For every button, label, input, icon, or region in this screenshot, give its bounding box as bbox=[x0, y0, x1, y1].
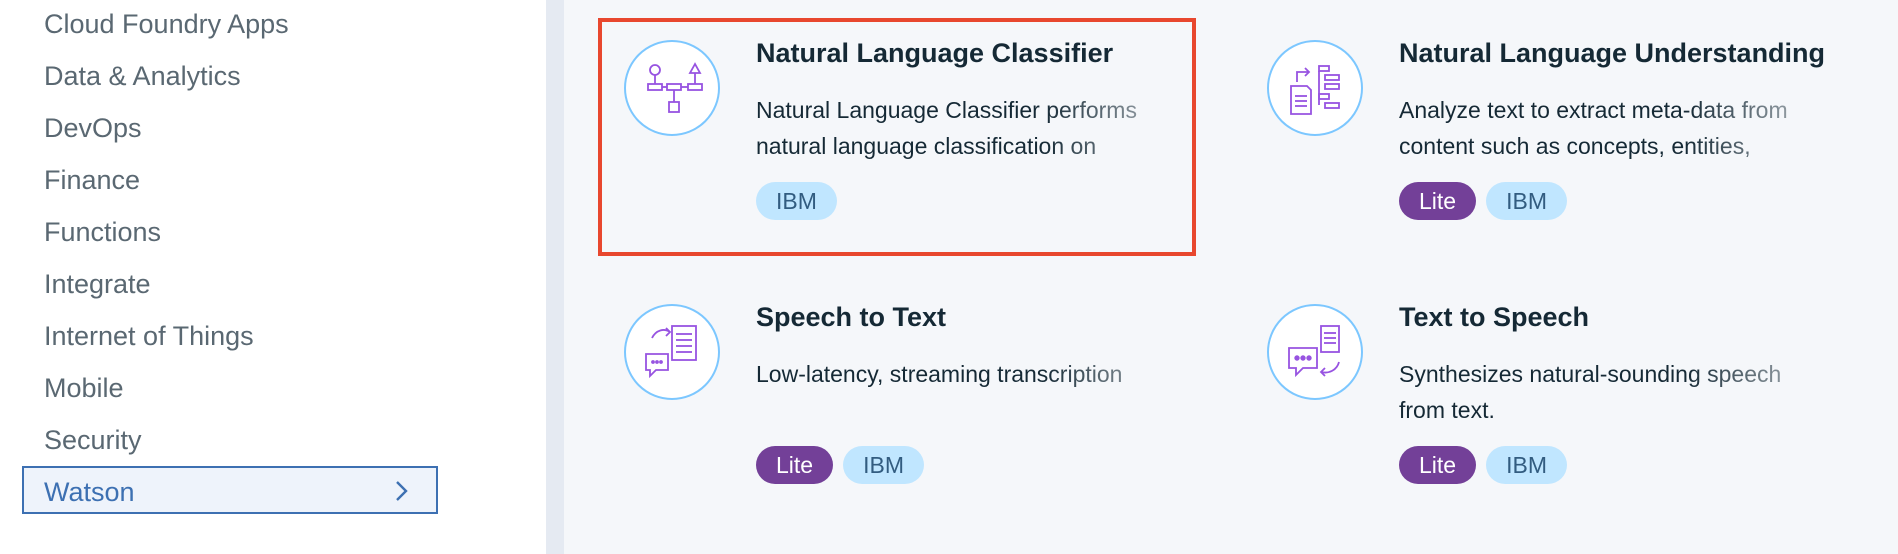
sidebar-item-devops[interactable]: DevOps bbox=[44, 106, 142, 150]
sidebar-item-finance[interactable]: Finance bbox=[44, 158, 140, 202]
service-title: Speech to Text bbox=[756, 302, 947, 332]
service-card-natural-language-understanding[interactable]: Natural Language Understanding Analyze t… bbox=[1207, 18, 1825, 258]
service-title: Natural Language Classifier bbox=[756, 38, 1114, 68]
ibm-tag: IBM bbox=[756, 182, 837, 220]
service-tags: Lite IBM bbox=[1399, 446, 1567, 484]
service-description: Analyze text to extract meta-data from c… bbox=[1399, 97, 1788, 159]
sidebar-item-watson[interactable]: Watson bbox=[22, 466, 438, 514]
service-title: Natural Language Understanding bbox=[1399, 38, 1826, 68]
sidebar-item-cloud-foundry-apps[interactable]: Cloud Foundry Apps bbox=[44, 2, 289, 46]
service-card-natural-language-classifier[interactable]: Natural Language Classifier Natural Lang… bbox=[564, 18, 1164, 258]
service-description: Natural Language Classifier performs nat… bbox=[756, 97, 1137, 159]
sidebar-item-integrate[interactable]: Integrate bbox=[44, 262, 151, 306]
service-description: Low-latency, streaming transcription bbox=[756, 361, 1123, 387]
service-card-speech-to-text[interactable]: Speech to Text Low-latency, streaming tr… bbox=[564, 282, 1164, 522]
speech-to-text-icon bbox=[624, 304, 720, 400]
sidebar-divider bbox=[546, 0, 564, 554]
chevron-right-icon bbox=[396, 481, 408, 501]
lite-tag: Lite bbox=[1399, 182, 1477, 220]
service-catalog-grid: Natural Language Classifier Natural Lang… bbox=[564, 0, 1898, 554]
text-to-speech-icon bbox=[1267, 304, 1363, 400]
service-tags: Lite IBM bbox=[756, 446, 924, 484]
lite-tag: Lite bbox=[1399, 446, 1477, 484]
sidebar-item-functions[interactable]: Functions bbox=[44, 210, 161, 254]
service-tags: IBM bbox=[756, 182, 837, 220]
sidebar-item-internet-of-things[interactable]: Internet of Things bbox=[44, 314, 254, 358]
lite-tag: Lite bbox=[756, 446, 834, 484]
flowchart-icon bbox=[624, 40, 720, 136]
document-extract-icon bbox=[1267, 40, 1363, 136]
service-card-text-to-speech[interactable]: Text to Speech Synthesizes natural-sound… bbox=[1207, 282, 1807, 522]
sidebar-item-security[interactable]: Security bbox=[44, 418, 142, 462]
sidebar-item-mobile[interactable]: Mobile bbox=[44, 366, 124, 410]
sidebar-item-data-analytics[interactable]: Data & Analytics bbox=[44, 54, 241, 98]
service-title: Text to Speech bbox=[1399, 302, 1590, 332]
catalog-page: Cloud Foundry Apps Data & Analytics DevO… bbox=[0, 0, 1898, 554]
sidebar-item-label: Watson bbox=[44, 477, 135, 507]
ibm-tag: IBM bbox=[1486, 446, 1567, 484]
ibm-tag: IBM bbox=[843, 446, 924, 484]
service-tags: Lite IBM bbox=[1399, 182, 1567, 220]
ibm-tag: IBM bbox=[1486, 182, 1567, 220]
service-description: Synthesizes natural-sounding speech from… bbox=[1399, 361, 1782, 423]
category-sidebar: Cloud Foundry Apps Data & Analytics DevO… bbox=[0, 0, 546, 554]
